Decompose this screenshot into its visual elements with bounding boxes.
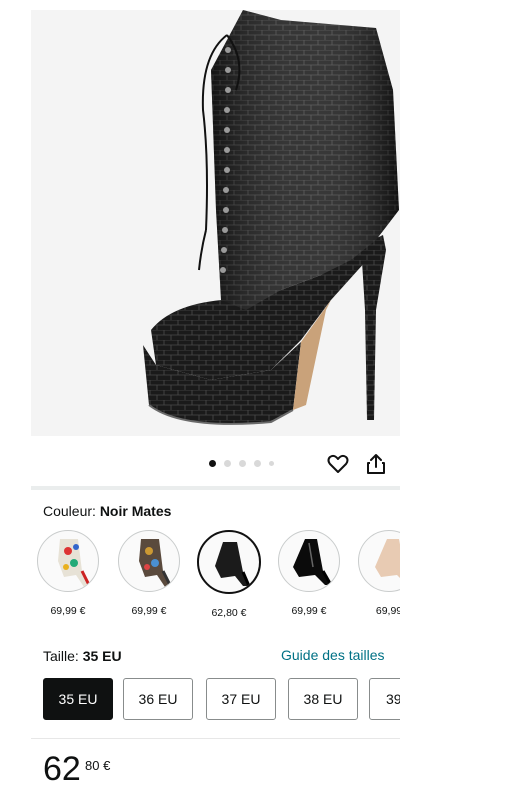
carousel-dot[interactable] <box>209 460 216 467</box>
carousel-dot[interactable] <box>224 460 231 467</box>
share-icon[interactable] <box>365 452 387 476</box>
size-label-text: Taille: <box>43 648 79 664</box>
size-option[interactable]: 37 EU <box>206 678 276 720</box>
heart-icon[interactable] <box>326 452 350 476</box>
size-options: 35 EU 36 EU 37 EU 38 EU 39 <box>31 678 400 724</box>
swatch-price: 69,99 € <box>50 605 86 617</box>
section-divider <box>31 738 400 739</box>
carousel-dot[interactable] <box>239 460 246 467</box>
swatch-thumbnail <box>278 530 340 592</box>
selected-size: 35 EU <box>82 648 122 664</box>
color-swatch[interactable]: 69,99 € <box>31 530 108 617</box>
carousel-dots[interactable] <box>209 460 274 467</box>
image-carousel-controls <box>31 448 400 482</box>
section-divider <box>31 486 400 490</box>
swatch-thumbnail <box>197 530 261 594</box>
swatch-price: 62,80 € <box>211 607 247 619</box>
size-option[interactable]: 36 EU <box>123 678 193 720</box>
color-swatch[interactable]: 69,99 € <box>109 530 189 617</box>
size-option-selected[interactable]: 35 EU <box>43 678 113 720</box>
selected-color: Noir Mates <box>99 503 172 519</box>
color-label-text: Couleur: <box>43 503 96 519</box>
price-fraction: 80 € <box>85 758 111 773</box>
swatch-thumbnail <box>358 530 400 592</box>
color-swatch-selected[interactable]: 62,80 € <box>189 530 269 619</box>
color-swatch[interactable]: 69,99 € <box>269 530 349 617</box>
swatch-thumbnail <box>118 530 180 592</box>
swatch-price: 69,99 <box>375 605 400 617</box>
boot-image <box>143 10 399 425</box>
carousel-dot[interactable] <box>269 461 274 466</box>
color-swatch[interactable]: 69,99 <box>349 530 400 617</box>
swatch-price: 69,99 € <box>131 605 167 617</box>
product-image[interactable] <box>31 10 400 436</box>
swatch-thumbnail <box>37 530 99 592</box>
swatch-price: 69,99 € <box>291 605 327 617</box>
color-swatches: 69,99 € 69,99 € 62,80 € 69,99 € 69,99 <box>31 530 400 630</box>
size-label: Taille: 35 EU <box>43 648 122 664</box>
size-guide-link[interactable]: Guide des tailles <box>281 647 385 663</box>
price-whole: 62 <box>43 750 81 788</box>
size-option[interactable]: 38 EU <box>288 678 358 720</box>
color-label: Couleur: Noir Mates <box>43 503 171 519</box>
carousel-dot[interactable] <box>254 460 261 467</box>
size-option[interactable]: 39 <box>369 678 400 720</box>
